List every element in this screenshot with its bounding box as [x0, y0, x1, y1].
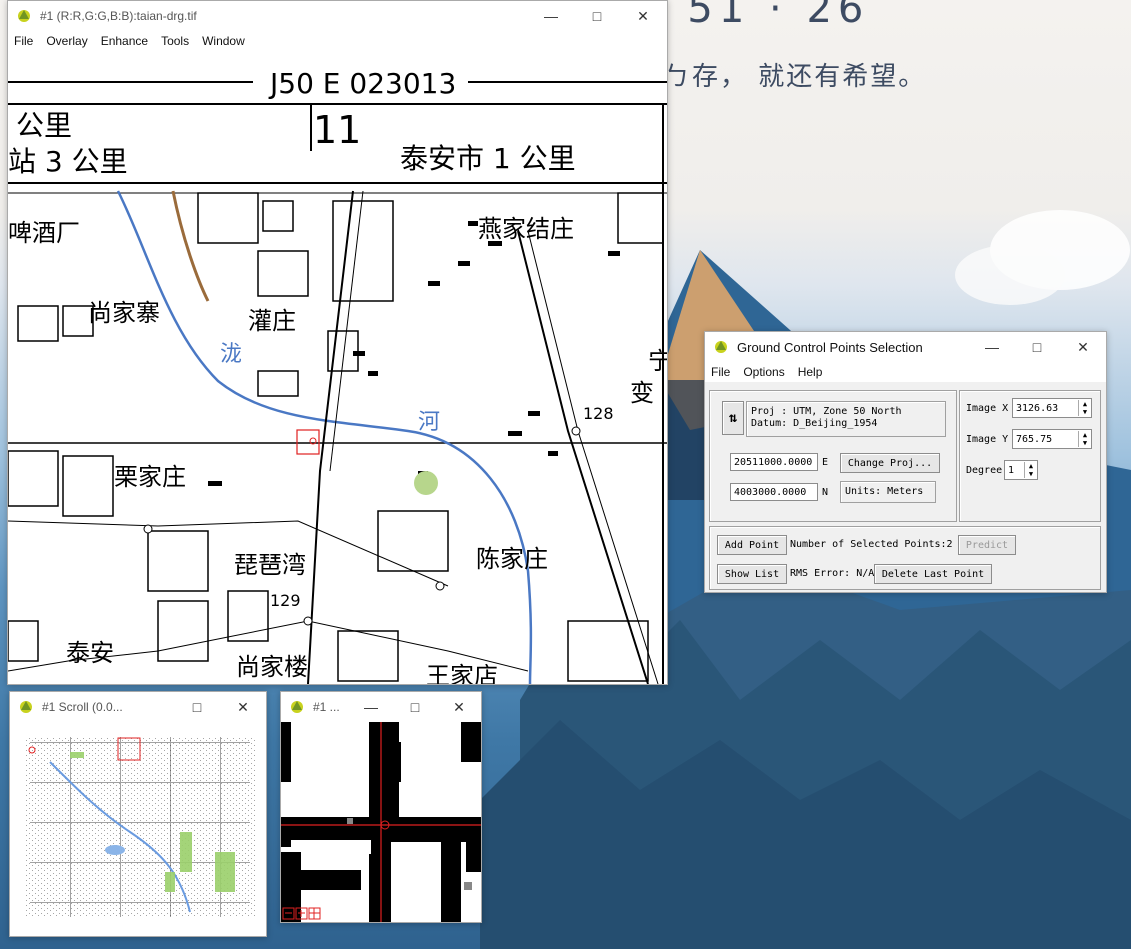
- river-label: 河: [418, 410, 440, 435]
- image-y-spinner[interactable]: ▲ ▼: [1078, 431, 1091, 447]
- projection-line: Proj : UTM, Zone 50 North: [751, 406, 902, 417]
- add-point-button[interactable]: Add Point: [717, 535, 787, 555]
- rms-error-label: RMS Error: N/A: [790, 568, 875, 579]
- place-label: 燕家结庄: [478, 215, 574, 243]
- maximize-button[interactable]: □: [574, 1, 620, 31]
- menu-window[interactable]: Window: [202, 34, 245, 48]
- easting-input[interactable]: 20511000.0000: [730, 453, 818, 471]
- image-y-input[interactable]: 765.75 ▲ ▼: [1012, 429, 1092, 449]
- river-label: 泷: [220, 342, 242, 367]
- gcp-window-title: Ground Control Points Selection: [737, 339, 923, 355]
- map-edge-label-3: 泰安市 1 公里: [400, 142, 576, 175]
- app-logo-icon: [20, 701, 32, 713]
- image-x-spinner[interactable]: ▲ ▼: [1078, 400, 1091, 416]
- degree-input[interactable]: 1 ▲ ▼: [1004, 460, 1038, 480]
- close-button[interactable]: ✕: [620, 1, 666, 31]
- map-edge-label-1: 公里: [16, 109, 72, 142]
- delete-last-point-button[interactable]: Delete Last Point: [874, 564, 992, 584]
- zoom-canvas[interactable]: [281, 722, 481, 922]
- menu-file[interactable]: File: [14, 34, 33, 48]
- menu-overlay[interactable]: Overlay: [46, 34, 87, 48]
- scroll-window[interactable]: #1 Scroll (0.0... □ ✕: [9, 691, 267, 937]
- image-y-label: Image Y: [966, 434, 1009, 445]
- zoom-window[interactable]: #1 ... — □ ✕: [280, 691, 482, 923]
- elevation-label: 129: [270, 591, 301, 610]
- gcp-window-titlebar[interactable]: Ground Control Points Selection — □ ✕: [705, 332, 1106, 362]
- place-label: 琵琶湾: [234, 551, 306, 579]
- place-label: 变: [630, 379, 654, 407]
- map-edge-label-2: 站 3 公里: [8, 145, 128, 178]
- place-label: 王家店: [426, 662, 498, 684]
- main-window-title: #1 (R:R,G:G,B:B):taian-drg.tif: [40, 9, 197, 23]
- place-label: 灌庄: [248, 307, 296, 335]
- gcp-menu-file[interactable]: File: [711, 365, 730, 379]
- svg-text:11: 11: [313, 108, 361, 152]
- close-button[interactable]: ✕: [1060, 332, 1106, 362]
- maximize-button[interactable]: □: [393, 692, 437, 722]
- minimize-button[interactable]: —: [969, 332, 1015, 362]
- units-display: Units: Meters: [840, 481, 936, 503]
- gcp-menubar: File Options Help: [705, 362, 1106, 382]
- selected-points-label: Number of Selected Points:2: [790, 539, 953, 550]
- menu-tools[interactable]: Tools: [161, 34, 189, 48]
- main-menubar: File Overlay Enhance Tools Window: [8, 31, 667, 51]
- image-coordinate-panel: Image X 3126.63 ▲ ▼ Image Y 765.75 ▲ ▼ Deg…: [959, 390, 1101, 522]
- app-logo-icon: [291, 701, 303, 713]
- projection-info-box: Proj : UTM, Zone 50 North Datum: D_Beiji…: [746, 401, 946, 437]
- place-label: 泰安: [66, 639, 114, 667]
- minimize-button[interactable]: —: [349, 692, 393, 722]
- minimize-button[interactable]: —: [528, 1, 574, 31]
- elevation-label: 128: [583, 404, 614, 423]
- place-label: 啤酒厂: [8, 219, 80, 247]
- place-label: 宁: [648, 347, 667, 375]
- datum-line: Datum: D_Beijing_1954: [751, 418, 878, 429]
- close-button[interactable]: ✕: [220, 692, 266, 722]
- image-x-input[interactable]: 3126.63 ▲ ▼: [1012, 398, 1092, 418]
- scroll-window-titlebar[interactable]: #1 Scroll (0.0... □ ✕: [10, 692, 266, 722]
- topographic-map-canvas[interactable]: J50 E 023013 11 公里 站 3 公里 泰安市 1 公里 啤酒厂 燕…: [8, 51, 667, 684]
- degree-label: Degree: [966, 465, 1003, 476]
- image-x-label: Image X: [966, 403, 1009, 414]
- easting-suffix: E: [822, 457, 829, 468]
- close-button[interactable]: ✕: [437, 692, 481, 722]
- swap-projection-button[interactable]: ⇅: [722, 401, 744, 435]
- gcp-menu-options[interactable]: Options: [743, 365, 784, 379]
- predict-button[interactable]: Predict: [958, 535, 1016, 555]
- zoom-window-titlebar[interactable]: #1 ... — □ ✕: [281, 692, 481, 722]
- gcp-action-panel: Add Point Number of Selected Points:2 Pr…: [709, 526, 1101, 590]
- show-list-button[interactable]: Show List: [717, 564, 787, 584]
- main-window-titlebar[interactable]: #1 (R:R,G:G,B:B):taian-drg.tif — □ ✕: [8, 1, 667, 31]
- maximize-button[interactable]: □: [1014, 332, 1060, 362]
- zoom-window-title: #1 ...: [313, 700, 340, 714]
- gcp-selection-window[interactable]: Ground Control Points Selection — □ ✕ Fi…: [704, 331, 1107, 593]
- gcp-menu-help[interactable]: Help: [798, 365, 823, 379]
- degree-spinner[interactable]: ▲ ▼: [1024, 462, 1037, 478]
- menu-enhance[interactable]: Enhance: [101, 34, 148, 48]
- change-proj-button[interactable]: Change Proj...: [840, 453, 940, 473]
- scroll-overview-canvas[interactable]: [10, 722, 266, 936]
- main-image-window[interactable]: #1 (R:R,G:G,B:B):taian-drg.tif — □ ✕ Fil…: [7, 0, 668, 685]
- map-coordinate-panel: ⇅ Proj : UTM, Zone 50 North Datum: D_Bei…: [709, 390, 957, 522]
- northing-suffix: N: [822, 487, 829, 498]
- place-label: 尚家寨: [88, 299, 160, 327]
- place-label: 栗家庄: [114, 463, 186, 491]
- scroll-window-title: #1 Scroll (0.0...: [42, 700, 123, 714]
- app-logo-icon: [18, 10, 30, 22]
- maximize-button[interactable]: □: [174, 692, 220, 722]
- place-label: 尚家楼: [236, 653, 308, 681]
- app-logo-icon: [715, 341, 727, 353]
- map-sheet-code: J50 E 023013: [268, 67, 456, 100]
- northing-input[interactable]: 4003000.0000: [730, 483, 818, 501]
- place-label: 陈家庄: [476, 545, 548, 573]
- selected-points-count: 2: [946, 539, 953, 550]
